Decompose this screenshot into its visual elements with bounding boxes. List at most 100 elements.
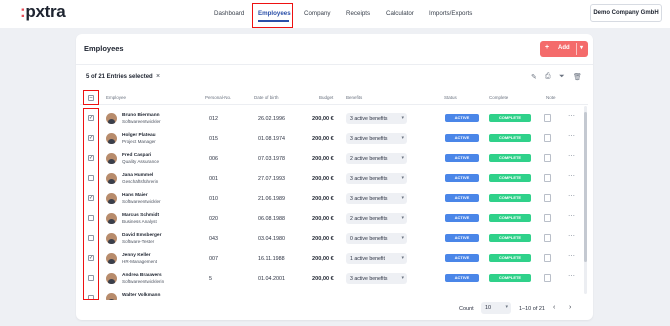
status-badge: ACTIVE [445,154,479,162]
table-row[interactable]: ✓ Bruno Biermann Softwareentwickler 012 26.0… [80,110,588,130]
column-header-note[interactable]: Note [546,95,556,100]
note-icon[interactable] [544,234,551,242]
column-header-benefits[interactable]: Benefits [346,95,362,100]
date-of-birth: 01.08.1974 [258,136,285,142]
add-employee-button[interactable]: + Add ▾ [540,41,588,57]
note-icon[interactable] [544,274,551,282]
benefits-dropdown[interactable]: 2 active benefits ▾ [346,153,407,164]
more-options-icon[interactable]: ⋯ [568,252,576,260]
filter-icon[interactable]: ⏷ [559,73,565,81]
benefits-dropdown[interactable]: 3 active benefits ▾ [346,193,407,204]
benefits-dropdown[interactable]: 3 active benefits ▾ [346,133,407,144]
employee-name[interactable]: Hans Maier [122,193,148,198]
employee-role: Software-Tester [122,239,155,244]
table-row[interactable]: Walter Volkmann [80,290,588,300]
table-row[interactable]: ✓ Holger Plateau Project Manager 015 01.08.1… [80,130,588,150]
note-icon[interactable] [544,114,551,122]
avatar [106,293,117,300]
table-scrollbar[interactable] [584,106,587,294]
nav-receipts[interactable]: Receipts [346,10,370,17]
more-options-icon[interactable]: ⋯ [568,212,576,220]
avatar [106,173,117,184]
nav-dashboard[interactable]: Dashboard [214,10,244,17]
nav-imports-exports[interactable]: Imports/Exports [429,10,472,17]
benefits-dropdown[interactable]: 3 active benefits ▾ [346,173,407,184]
button-separator [576,43,577,55]
complete-badge: COMPLETE [489,254,531,262]
column-header-personal-no[interactable]: Personal-No. [205,95,231,100]
personal-number: 015 [209,136,218,142]
benefits-label: 3 active benefits [350,196,388,202]
column-header-employee[interactable]: Employee [106,95,126,100]
table-row[interactable]: ✓ Fred Caspari Quality Assurance 006 07.03.1… [80,150,588,170]
chevron-down-icon: ▾ [401,135,404,141]
note-icon[interactable] [544,134,551,142]
status-badge: ACTIVE [445,274,479,282]
nav-company[interactable]: Company [304,10,330,17]
more-options-icon[interactable]: ⋯ [568,172,576,180]
employee-name[interactable]: Walter Volkmann [122,293,160,298]
complete-badge: COMPLETE [489,274,531,282]
employee-name[interactable]: Fred Caspari [122,153,151,158]
table-row[interactable]: David Emsberger Software-Tester 043 03.04.1… [80,230,588,250]
benefits-dropdown[interactable]: 3 active benefits ▾ [346,273,407,284]
header-divider [80,104,588,105]
more-options-icon[interactable]: ⋯ [568,132,576,140]
column-header-status[interactable]: Status [444,95,457,100]
note-icon[interactable] [544,174,551,182]
previous-page-icon[interactable]: ‹ [553,304,555,311]
plus-icon: + [545,44,550,51]
status-badge: ACTIVE [445,134,479,142]
more-options-icon[interactable]: ⋯ [568,272,576,280]
employee-name[interactable]: Marcus Schmidt [122,213,159,218]
more-options-icon[interactable]: ⋯ [568,192,576,200]
clear-selection-icon[interactable]: × [156,73,160,80]
more-options-icon[interactable]: ⋯ [568,112,576,120]
more-options-icon[interactable]: ⋯ [568,152,576,160]
employee-name[interactable]: Holger Plateau [122,133,156,138]
employee-role: Quality Assurance [122,159,160,164]
note-icon[interactable] [544,214,551,222]
table-row[interactable]: Marcus Schmidt Business Analyst 020 06.08.1… [80,210,588,230]
benefits-label: 0 active benefits [350,236,388,242]
page-size-select[interactable]: 10 ▾ [481,302,511,314]
benefits-dropdown[interactable]: 3 active benefits ▾ [346,113,407,124]
table-row[interactable]: Jana Hummel Geschäftsführerin 001 27.07.199… [80,170,588,190]
note-icon[interactable] [544,154,551,162]
status-badge: ACTIVE [445,214,479,222]
status-badge: ACTIVE [445,234,479,242]
note-icon[interactable] [544,254,551,262]
column-header-complete[interactable]: Complete [489,95,508,100]
chevron-down-icon[interactable]: ▾ [580,44,583,51]
employee-role: Business Analyst [122,219,157,224]
status-badge: ACTIVE [445,174,479,182]
app-logo[interactable]: :pxtra [20,2,66,22]
date-of-birth: 06.08.1988 [258,216,285,222]
trash-icon[interactable]: 🗑 [573,73,582,81]
employee-name[interactable]: Bruno Biermann [122,113,160,118]
more-options-icon[interactable]: ⋯ [568,232,576,240]
nav-calculator[interactable]: Calculator [386,10,414,17]
next-page-icon[interactable]: › [569,304,571,311]
table-row[interactable]: ✓ Jenny Keller HR-Management 007 16.11.1988 2… [80,250,588,270]
budget-value: 200,00 € [312,236,334,242]
date-of-birth: 21.06.1989 [258,196,285,202]
benefits-dropdown[interactable]: 2 active benefits ▾ [346,213,407,224]
table-row[interactable]: ✓ Hans Maier Softwareentwickler 010 21.06.19… [80,190,588,210]
employee-name[interactable]: Jana Hummel [122,173,153,178]
employee-name[interactable]: Jenny Keller [122,253,151,258]
pagination-range: 1–10 of 21 [519,306,545,312]
benefits-dropdown[interactable]: 1 active benefit ▾ [346,253,407,264]
column-header-budget[interactable]: Budget [319,95,333,100]
company-switcher-button[interactable]: Demo Company GmbH [590,4,662,22]
page-title: Employees [84,44,124,53]
employee-name[interactable]: Andrea Brauwers [122,273,162,278]
benefits-dropdown[interactable]: 0 active benefits ▾ [346,233,407,244]
column-header-date-of-birth[interactable]: Date of birth [254,95,279,100]
edit-icon[interactable]: ✎ [531,73,537,81]
table-row[interactable]: Andrea Brauwers Softwareentwicklerin 5 01.0… [80,270,588,290]
note-icon[interactable] [544,194,551,202]
employee-name[interactable]: David Emsberger [122,233,161,238]
scrollbar-thumb[interactable] [584,112,587,262]
print-icon[interactable]: ⎙ [545,73,551,81]
